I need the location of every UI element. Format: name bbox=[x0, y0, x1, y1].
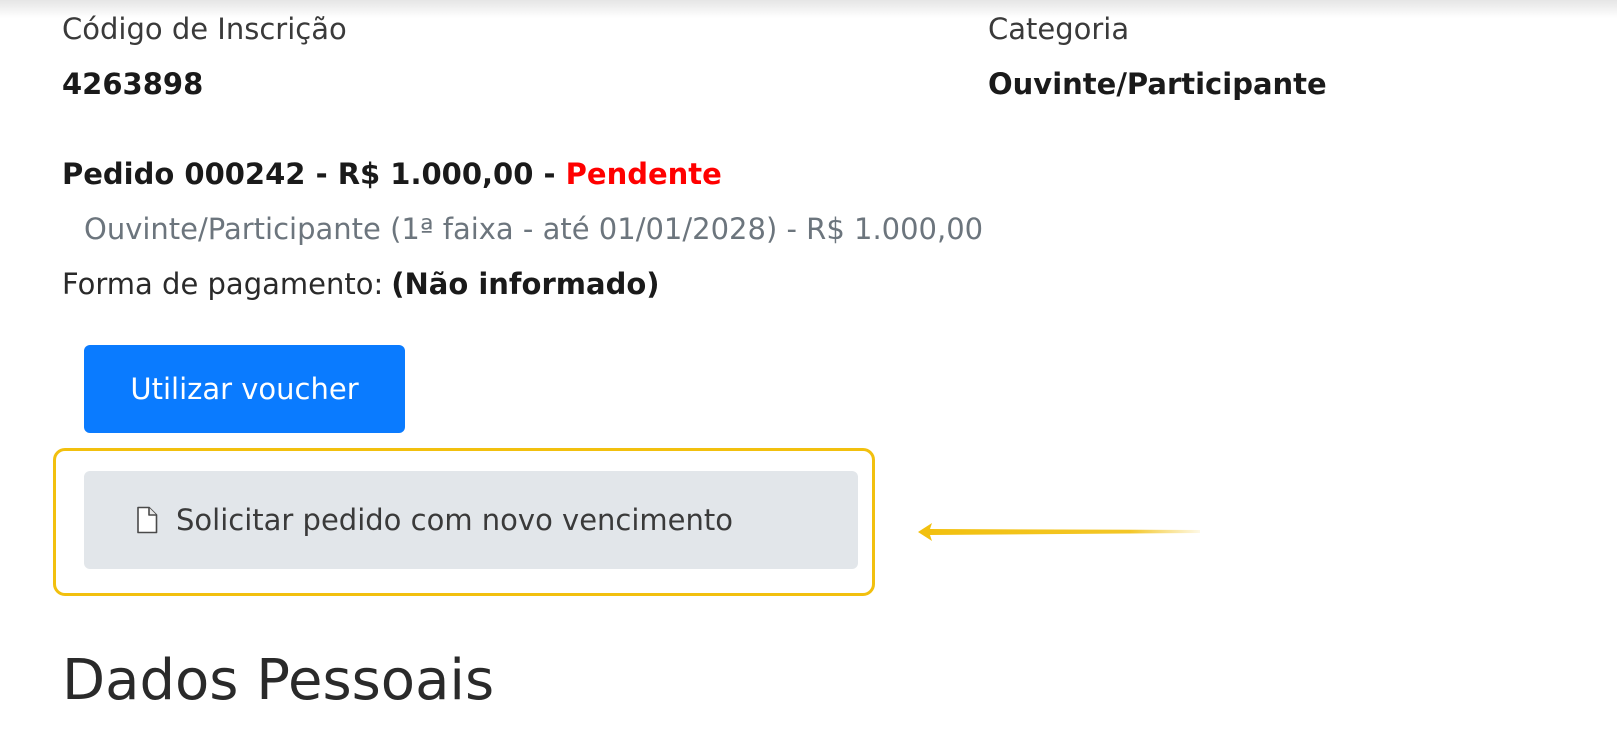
request-new-due-date-button[interactable]: Solicitar pedido com novo vencimento bbox=[84, 471, 858, 569]
payment-method: Forma de pagamento: (Não informado) bbox=[62, 267, 660, 301]
request-new-due-date-label: Solicitar pedido com novo vencimento bbox=[176, 503, 734, 537]
registration-code-label: Código de Inscrição bbox=[62, 12, 347, 46]
use-voucher-button[interactable]: Utilizar voucher bbox=[84, 345, 405, 433]
order-status-badge: Pendente bbox=[565, 157, 722, 191]
registration-code-value: 4263898 bbox=[62, 67, 204, 101]
category-label: Categoria bbox=[988, 12, 1130, 46]
personal-data-title: Dados Pessoais bbox=[62, 648, 495, 713]
payment-method-value: (Não informado) bbox=[391, 267, 660, 301]
document-icon bbox=[136, 506, 158, 534]
arrow-left-icon bbox=[916, 512, 1200, 552]
use-voucher-label: Utilizar voucher bbox=[130, 372, 359, 406]
payment-method-label: Forma de pagamento: bbox=[62, 267, 384, 301]
order-summary: Pedido 000242 - R$ 1.000,00 - Pendente bbox=[62, 157, 722, 191]
category-value: Ouvinte/Participante bbox=[988, 67, 1327, 101]
order-summary-text: Pedido 000242 - R$ 1.000,00 - bbox=[62, 157, 566, 191]
order-item-line: Ouvinte/Participante (1ª faixa - até 01/… bbox=[84, 212, 984, 246]
